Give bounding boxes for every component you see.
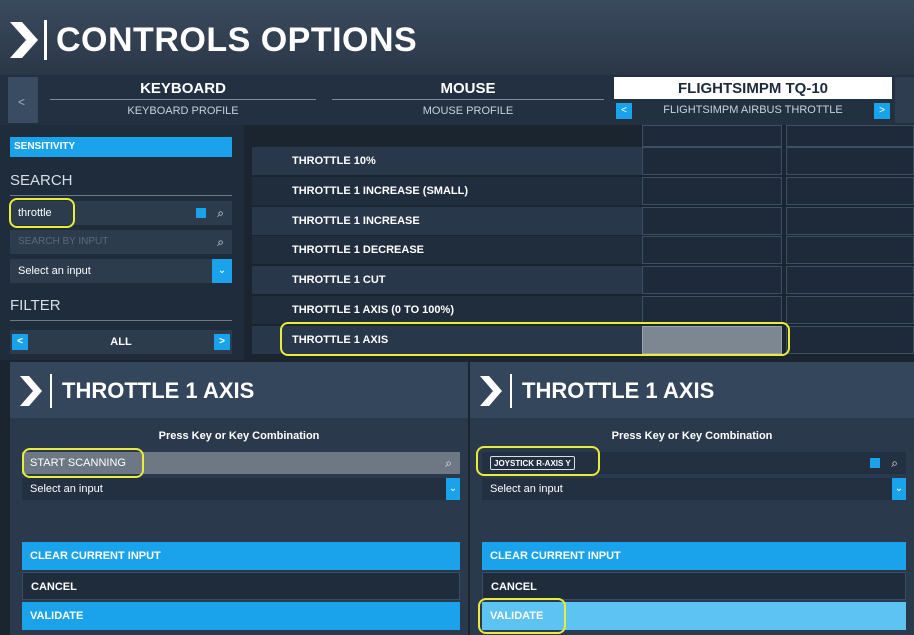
profile-next-button[interactable]: > bbox=[874, 103, 890, 119]
filter-selector[interactable]: < ALL > bbox=[10, 330, 232, 354]
input-slot[interactable] bbox=[786, 177, 914, 205]
input-slot[interactable] bbox=[786, 266, 914, 294]
input-slot[interactable] bbox=[786, 147, 914, 175]
tab-keyboard-label: KEYBOARD bbox=[140, 80, 226, 97]
action-list: THROTTLE 10% THROTTLE 1 INCREASE (SMALL)… bbox=[244, 125, 914, 360]
search-icon[interactable]: ⌕ bbox=[217, 201, 224, 225]
tab-mouse-profile[interactable]: MOUSE PROFILE bbox=[332, 99, 604, 121]
search-by-input-field[interactable]: SEARCH BY INPUT ⌕ bbox=[10, 230, 232, 254]
input-slot[interactable] bbox=[786, 207, 914, 235]
profile-prev-button[interactable]: < bbox=[616, 103, 632, 119]
title-divider bbox=[44, 20, 47, 60]
input-slot[interactable] bbox=[786, 326, 914, 354]
cancel-button[interactable]: CANCEL bbox=[482, 572, 906, 600]
clear-x-icon[interactable] bbox=[196, 208, 206, 218]
dropdown-arrow-icon[interactable]: ⌄ bbox=[212, 259, 232, 283]
input-slot[interactable] bbox=[642, 207, 782, 235]
dialog-body: Press Key or Key Combination JOYSTICK R-… bbox=[470, 418, 914, 635]
highlight-annotation bbox=[280, 322, 790, 356]
dropdown-arrow-icon[interactable]: ⌄ bbox=[892, 478, 906, 500]
input-slot[interactable] bbox=[642, 177, 782, 205]
clear-x-icon[interactable] bbox=[870, 458, 880, 468]
tab-device-profile-selector[interactable]: < FLIGHTSIMPM AIRBUS THROTTLE > bbox=[614, 99, 892, 121]
validate-button[interactable]: VALIDATE bbox=[22, 602, 460, 630]
page-title: CONTROLS OPTIONS bbox=[56, 21, 418, 59]
select-input-value: Select an input bbox=[30, 483, 103, 495]
action-row[interactable]: THROTTLE 10% bbox=[252, 147, 646, 175]
input-slot[interactable] bbox=[642, 147, 782, 175]
tab-device[interactable]: FLIGHTSIMPM TQ-10 < FLIGHTSIMPM AIRBUS T… bbox=[614, 77, 892, 123]
dialog-header: THROTTLE 1 AXIS bbox=[10, 362, 468, 418]
search-heading: SEARCH bbox=[10, 172, 232, 196]
input-slot[interactable] bbox=[642, 296, 782, 324]
action-row[interactable]: THROTTLE 1 AXIS (0 TO 100%) bbox=[252, 296, 646, 324]
input-slot[interactable] bbox=[642, 125, 782, 147]
binding-dialog-left: THROTTLE 1 AXIS Press Key or Key Combina… bbox=[10, 362, 468, 635]
tab-device-profile: FLIGHTSIMPM AIRBUS THROTTLE bbox=[663, 104, 843, 116]
input-slot[interactable] bbox=[786, 296, 914, 324]
input-slot[interactable] bbox=[786, 125, 914, 147]
tab-keyboard[interactable]: KEYBOARD KEYBOARD PROFILE bbox=[44, 77, 322, 123]
select-input-dropdown[interactable]: Select an input ⌄ bbox=[22, 478, 460, 500]
select-input-dropdown[interactable]: Select an input ⌄ bbox=[482, 478, 906, 500]
tab-keyboard-profile[interactable]: KEYBOARD PROFILE bbox=[50, 99, 316, 121]
dialog-header: THROTTLE 1 AXIS bbox=[470, 362, 914, 418]
search-icon[interactable]: ⌕ bbox=[217, 230, 224, 254]
action-row[interactable]: THROTTLE 1 CUT bbox=[252, 266, 646, 294]
highlight-annotation bbox=[9, 198, 75, 228]
cancel-button[interactable]: CANCEL bbox=[22, 572, 460, 600]
dialog-body: Press Key or Key Combination START SCANN… bbox=[10, 418, 468, 635]
arrow-left-icon[interactable]: < bbox=[12, 334, 28, 350]
dialog-prompt: Press Key or Key Combination bbox=[158, 430, 320, 442]
action-row[interactable]: THROTTLE 1 INCREASE bbox=[252, 207, 646, 235]
search-by-input-placeholder: SEARCH BY INPUT bbox=[18, 236, 109, 247]
chevron-right-icon bbox=[10, 22, 38, 58]
highlight-annotation bbox=[478, 598, 566, 634]
tab-mouse-label: MOUSE bbox=[440, 80, 496, 97]
highlight-annotation bbox=[476, 446, 600, 476]
device-tabs: < KEYBOARD KEYBOARD PROFILE MOUSE MOUSE … bbox=[0, 75, 914, 125]
action-row[interactable]: THROTTLE 1 INCREASE (SMALL) bbox=[252, 177, 646, 205]
select-input-dropdown[interactable]: Select an input ⌄ bbox=[10, 259, 232, 283]
chevron-right-icon bbox=[20, 376, 42, 406]
arrow-left-icon: < bbox=[18, 95, 26, 109]
select-input-value: Select an input bbox=[490, 483, 563, 495]
search-icon[interactable]: ⌕ bbox=[891, 452, 898, 474]
binding-dialog-right: THROTTLE 1 AXIS Press Key or Key Combina… bbox=[470, 362, 914, 635]
dialog-title-divider bbox=[50, 374, 52, 408]
arrow-right-icon[interactable]: > bbox=[214, 334, 230, 350]
sensitivity-button[interactable]: SENSITIVITY bbox=[10, 137, 232, 157]
tab-mouse[interactable]: MOUSE MOUSE PROFILE bbox=[326, 77, 610, 123]
dialog-title: THROTTLE 1 AXIS bbox=[62, 378, 255, 403]
clear-current-input-button[interactable]: CLEAR CURRENT INPUT bbox=[22, 542, 460, 570]
select-input-value: Select an input bbox=[18, 265, 91, 277]
chevron-right-icon bbox=[480, 376, 502, 406]
filter-value: ALL bbox=[110, 336, 132, 348]
dialog-title-divider bbox=[510, 374, 512, 408]
action-row[interactable]: THROTTLE 1 DECREASE bbox=[252, 236, 646, 264]
tabs-prev-button[interactable]: < bbox=[8, 77, 38, 123]
search-icon[interactable]: ⌕ bbox=[445, 452, 452, 474]
highlight-annotation bbox=[22, 448, 144, 478]
page-header: CONTROLS OPTIONS bbox=[0, 0, 914, 75]
tabs-next-button[interactable] bbox=[895, 77, 914, 123]
dialog-title: THROTTLE 1 AXIS bbox=[522, 378, 715, 403]
filter-heading: FILTER bbox=[10, 297, 232, 321]
left-panel: SENSITIVITY SEARCH throttle ⌕ SEARCH BY … bbox=[0, 125, 244, 360]
tab-device-label: FLIGHTSIMPM TQ-10 bbox=[614, 77, 892, 99]
input-slot[interactable] bbox=[642, 266, 782, 294]
dropdown-arrow-icon[interactable]: ⌄ bbox=[446, 478, 460, 500]
clear-current-input-button[interactable]: CLEAR CURRENT INPUT bbox=[482, 542, 906, 570]
input-slot[interactable] bbox=[786, 236, 914, 264]
dialog-prompt: Press Key or Key Combination bbox=[611, 430, 773, 442]
input-slot[interactable] bbox=[642, 236, 782, 264]
